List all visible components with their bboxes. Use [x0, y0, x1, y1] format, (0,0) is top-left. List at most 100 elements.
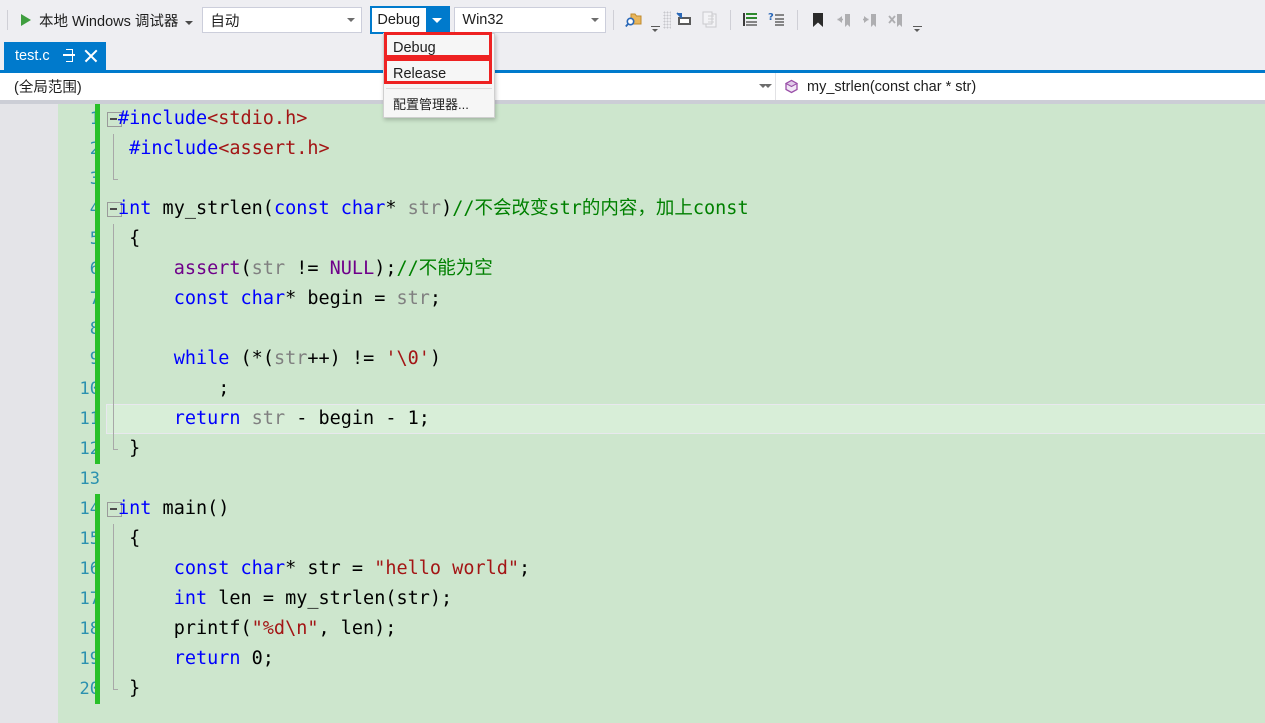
- code-line[interactable]: 20 }: [58, 674, 1265, 704]
- breakpoint-gutter[interactable]: [0, 104, 58, 723]
- line-number: 18: [79, 619, 100, 639]
- code-line[interactable]: 4 int my_strlen(const char* str)//不会改变str…: [58, 194, 1265, 224]
- code-line-text: ;: [118, 378, 230, 399]
- comment-selection-icon[interactable]: [738, 7, 764, 33]
- change-indicator-bar: [95, 614, 100, 644]
- code-line-text: }: [118, 438, 141, 459]
- line-number: 2: [58, 134, 100, 164]
- code-line[interactable]: 10 ;: [58, 374, 1265, 404]
- overflow-chevron-icon[interactable]: [909, 7, 925, 33]
- member-selector-value: my_strlen(const char * str): [807, 78, 977, 95]
- member-selector[interactable]: my_strlen(const char * str): [776, 73, 1265, 100]
- overflow-chevron-icon[interactable]: [647, 7, 663, 33]
- dropdown-item-release[interactable]: Release: [384, 61, 494, 87]
- line-number: 8: [58, 314, 100, 344]
- toolbar-grip-icon[interactable]: [663, 11, 672, 29]
- line-number: 7: [58, 284, 100, 314]
- chevron-down-icon[interactable]: [426, 8, 449, 32]
- play-triangle-icon: [21, 14, 31, 26]
- code-line[interactable]: 15 {: [58, 524, 1265, 554]
- solution-configuration-value: Debug: [377, 12, 421, 28]
- start-debugging-button[interactable]: 本地 Windows 调试器: [15, 7, 198, 33]
- close-icon[interactable]: [84, 49, 98, 63]
- code-line[interactable]: 19 return 0;: [58, 644, 1265, 674]
- comment-block-icon: [697, 7, 723, 33]
- line-number: 14: [79, 499, 100, 519]
- change-indicator-bar: [95, 404, 100, 434]
- line-number: 6: [58, 254, 100, 284]
- code-line[interactable]: 14 int main(): [58, 494, 1265, 524]
- line-number: 15: [79, 529, 100, 549]
- document-tab-strip: test.c: [0, 42, 1265, 70]
- chevron-down-icon[interactable]: [585, 8, 605, 32]
- start-debugging-label: 本地 Windows 调试器: [39, 13, 179, 30]
- line-number: 12: [79, 439, 100, 459]
- svg-text:?: ?: [768, 12, 774, 23]
- toggle-bookmark-icon[interactable]: [805, 7, 831, 33]
- outline-guide-line: [104, 164, 122, 194]
- next-bookmark-icon: [857, 7, 883, 33]
- code-line[interactable]: 6 assert(str != NULL);//不能为空: [58, 254, 1265, 284]
- change-indicator-bar: [95, 554, 100, 584]
- scope-selector-value: (全局范围): [14, 80, 82, 96]
- line-number: 10: [79, 379, 100, 399]
- line-number: 1: [58, 104, 100, 134]
- code-line[interactable]: 17 int len = my_strlen(str);: [58, 584, 1265, 614]
- dropdown-item-configuration-manager[interactable]: 配置管理器...: [384, 90, 494, 116]
- code-line[interactable]: 9 while (*(str++) != '\0'): [58, 344, 1265, 374]
- chevron-down-icon[interactable]: [341, 8, 361, 32]
- change-indicator-bar: [95, 434, 100, 464]
- code-line[interactable]: 13: [58, 464, 1265, 494]
- code-line[interactable]: 7 const char* begin = str;: [58, 284, 1265, 314]
- solution-platform-combo[interactable]: Win32: [454, 7, 607, 33]
- change-indicator-bar: [95, 314, 100, 344]
- code-line[interactable]: 5 {: [58, 224, 1265, 254]
- code-line[interactable]: 12 }: [58, 434, 1265, 464]
- change-indicator-bar: [95, 164, 100, 194]
- toolbar-separator: [7, 10, 8, 30]
- quick-replace-icon[interactable]: [671, 7, 697, 33]
- code-line-text: const char* begin = str;: [173, 288, 442, 309]
- dropdown-separator: [386, 88, 492, 89]
- code-line-text: #include<assert.h>: [129, 138, 330, 159]
- chevron-down-icon[interactable]: [185, 21, 194, 25]
- uncomment-selection-icon[interactable]: ?: [764, 7, 790, 33]
- code-line[interactable]: 8: [58, 314, 1265, 344]
- solution-configuration-combo[interactable]: Debug: [370, 6, 451, 34]
- change-indicator-bar: [95, 584, 100, 614]
- code-line[interactable]: 2 #include<assert.h>: [58, 134, 1265, 164]
- change-indicator-bar: [95, 344, 100, 374]
- toolbar-separator: [730, 10, 732, 30]
- code-line[interactable]: 18 printf("%d\n", len);: [58, 614, 1265, 644]
- find-in-files-icon[interactable]: [621, 7, 647, 33]
- code-line[interactable]: 11 return str - begin - 1;: [58, 404, 1265, 434]
- code-line-text: {: [118, 528, 141, 549]
- code-line[interactable]: 3: [58, 164, 1265, 194]
- line-number: 5: [58, 224, 100, 254]
- line-number: 4: [58, 194, 100, 224]
- code-text-area[interactable]: 1#include<stdio.h>2 #include<assert.h>34…: [58, 104, 1265, 723]
- code-line[interactable]: 16 const char* str = "hello world";: [58, 554, 1265, 584]
- code-line-text: while (*(str++) != '\0'): [173, 348, 442, 369]
- solution-platform-target-value: 自动: [210, 13, 240, 30]
- line-number: 20: [79, 679, 100, 699]
- line-number: 9: [58, 344, 100, 374]
- method-icon: [784, 79, 799, 94]
- change-indicator-bar: [95, 524, 100, 554]
- code-line-text: {: [118, 228, 141, 249]
- line-number: 3: [58, 164, 100, 194]
- code-editor[interactable]: 1#include<stdio.h>2 #include<assert.h>34…: [0, 104, 1265, 723]
- solution-platform-target-combo[interactable]: 自动: [202, 7, 363, 33]
- line-number: 19: [79, 649, 100, 669]
- solution-platform-value: Win32: [462, 12, 504, 28]
- pin-icon[interactable]: [62, 48, 76, 64]
- change-indicator-bar: [95, 284, 100, 314]
- code-line-text: int my_strlen(const char* str)//不会改变str的…: [118, 198, 749, 219]
- code-line-text: #include<stdio.h>: [118, 108, 308, 129]
- line-number: 11: [79, 409, 100, 429]
- dropdown-item-debug[interactable]: Debug: [384, 35, 494, 61]
- change-indicator-bar: [95, 104, 100, 134]
- chevron-down-icon[interactable]: [764, 84, 772, 88]
- tab-test-c[interactable]: test.c: [4, 42, 106, 70]
- code-line[interactable]: 1 #include<stdio.h>: [58, 104, 1265, 134]
